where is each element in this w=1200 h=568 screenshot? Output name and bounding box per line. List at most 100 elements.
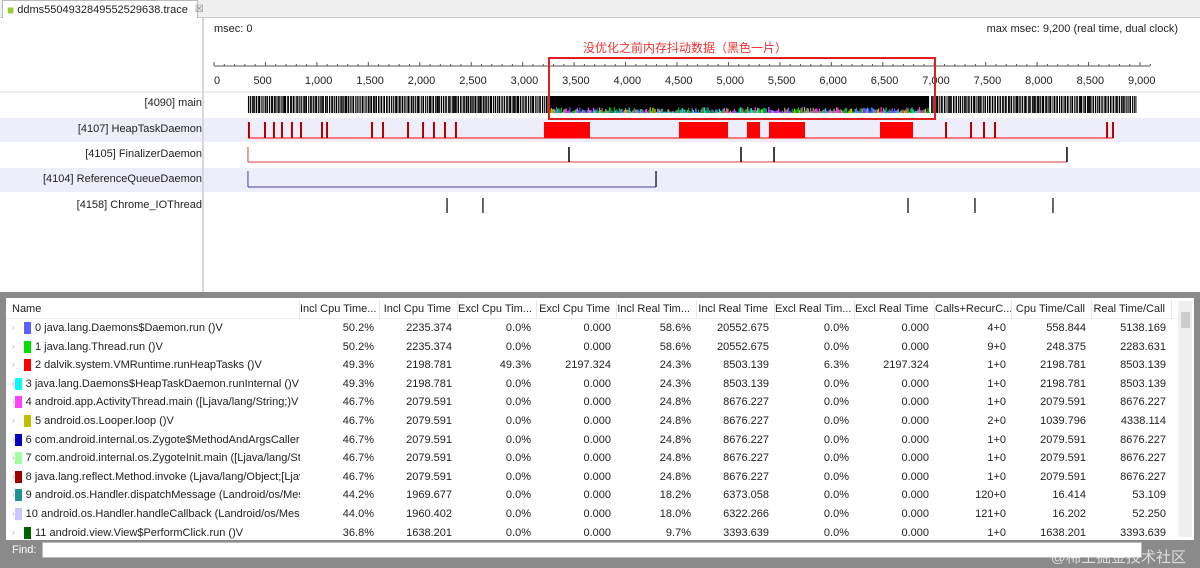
main-call-bar	[955, 96, 958, 113]
cell: 0.0%	[505, 415, 531, 427]
expand-icon[interactable]: ›	[12, 319, 24, 337]
cell: 0.000	[901, 452, 929, 465]
table-row[interactable]: › 7 com.android.internal.os.ZygoteInit.ma…	[6, 449, 1178, 467]
cell: 1969.677	[406, 489, 452, 502]
column-header[interactable]: Incl Real Time	[697, 300, 775, 318]
cell: 0.000	[583, 377, 611, 390]
table-row[interactable]: › 1 java.lang.Thread.run ()V 50.2% 2235.374…	[6, 338, 1178, 356]
expand-icon[interactable]: ›	[12, 356, 24, 374]
cell: 2079.591	[1040, 433, 1086, 446]
cell: 0.000	[583, 322, 611, 334]
table-row[interactable]: › 3 java.lang.Daemons$HeapTaskDaemon.runI…	[6, 375, 1178, 393]
main-call-bar	[541, 96, 544, 113]
scrollbar-thumb[interactable]	[1181, 312, 1190, 328]
main-call-bar	[342, 96, 344, 113]
column-header[interactable]: Excl Cpu Tim...	[458, 300, 537, 318]
main-call-bar	[1090, 96, 1092, 113]
column-header[interactable]: Excl Cpu Time	[537, 300, 617, 318]
main-call-bar	[399, 96, 401, 113]
cell: 8676.227	[1120, 433, 1166, 446]
main-call-bar	[482, 96, 484, 113]
cell: 2198.781	[1040, 359, 1086, 372]
column-header[interactable]: Incl Cpu Time...	[300, 300, 380, 318]
table-row[interactable]: › 9 android.os.Handler.dispatchMessage (L…	[6, 486, 1178, 504]
tick-label: 2,500	[459, 75, 487, 87]
main-call-bar	[1052, 96, 1054, 113]
cell: 120+0	[975, 489, 1006, 502]
expand-icon[interactable]: ›	[12, 338, 24, 356]
main-call-bar	[513, 96, 515, 113]
main-call-bar	[1007, 96, 1009, 113]
cell: 46.7%	[342, 433, 374, 446]
table-row[interactable]: › 6 com.android.internal.os.Zygote$Method…	[6, 431, 1178, 449]
main-call-bar	[968, 96, 970, 113]
table-row[interactable]: › 11 android.view.View$PerformClick.run (…	[6, 524, 1178, 540]
main-call-bar	[1034, 96, 1036, 113]
main-call-bar	[369, 96, 371, 113]
column-header[interactable]: Name	[6, 300, 300, 318]
cell: 0.0%	[823, 322, 849, 334]
column-header[interactable]: Real Time/Call	[1092, 300, 1172, 318]
main-call-bar	[939, 96, 941, 113]
main-call-bar	[997, 96, 999, 113]
main-call-bar	[514, 96, 516, 113]
main-call-bar	[941, 96, 943, 113]
column-header[interactable]: Cpu Time/Call	[1012, 300, 1092, 318]
cell: 46.7%	[342, 470, 374, 483]
main-call-bar	[283, 96, 285, 113]
cell: 0.0%	[823, 526, 849, 539]
main-call-bar	[472, 96, 474, 113]
main-call-bar	[1118, 96, 1121, 113]
main-call-bar	[987, 96, 989, 113]
main-call-bar	[473, 96, 475, 113]
main-call-bar	[451, 96, 453, 113]
cell: 9.7%	[665, 526, 691, 539]
main-call-bar	[374, 96, 376, 113]
find-input[interactable]	[42, 542, 1143, 558]
table-row[interactable]: › 0 java.lang.Daemons$Daemon.run ()V 50.2%…	[6, 319, 1178, 337]
cell: 8503.139	[723, 359, 769, 372]
column-header[interactable]: Excl Real Tim...	[775, 300, 855, 318]
main-call-bar	[1005, 96, 1007, 113]
cell: 1960.402	[406, 508, 452, 520]
column-header[interactable]: Excl Real Time	[855, 300, 935, 318]
cell: 3393.639	[1120, 526, 1166, 539]
cell: 2079.591	[406, 415, 452, 427]
column-header[interactable]: Incl Cpu Time	[380, 300, 458, 318]
main-call-bar	[516, 96, 518, 113]
heaptask-block	[543, 122, 590, 138]
main-call-bar	[519, 96, 521, 113]
main-call-bar	[478, 96, 480, 113]
column-header[interactable]: Incl Real Tim...	[617, 300, 697, 318]
main-call-bar	[1105, 96, 1107, 113]
expand-icon[interactable]: ›	[12, 524, 24, 540]
main-call-bar	[1063, 96, 1065, 113]
main-call-bar	[366, 96, 368, 113]
cell: 52.250	[1132, 508, 1166, 520]
main-call-bar	[291, 96, 293, 113]
cell: 1638.201	[1040, 526, 1086, 539]
main-call-bar	[449, 96, 451, 113]
color-swatch	[24, 359, 31, 372]
main-call-bar	[304, 96, 306, 113]
table-row[interactable]: › 8 java.lang.reflect.Method.invoke (Ljav…	[6, 468, 1178, 486]
main-call-bar	[1027, 96, 1029, 113]
table-row[interactable]: › 5 android.os.Looper.loop ()V 46.7% 2079.5…	[6, 412, 1178, 430]
method-name: 9 android.os.Handler.dispatchMessage (La…	[25, 489, 300, 502]
main-call-bar	[287, 96, 289, 113]
heaptask-block	[768, 122, 806, 138]
main-call-bar	[273, 96, 275, 113]
cell: 2235.374	[406, 322, 452, 334]
vertical-scrollbar[interactable]	[1178, 301, 1192, 537]
table-row[interactable]: › 10 android.os.Handler.handleCallback (L…	[6, 505, 1178, 523]
table-row[interactable]: › 4 android.app.ActivityThread.main ([Lja…	[6, 393, 1178, 411]
cell: 248.375	[1046, 340, 1086, 353]
column-header[interactable]: Calls+RecurC...	[935, 300, 1012, 318]
main-call-bar	[362, 96, 364, 113]
expand-icon[interactable]: ›	[12, 412, 24, 430]
main-call-bar	[272, 96, 274, 113]
cell: 0.000	[583, 396, 611, 409]
main-call-bar	[427, 96, 429, 113]
main-call-bar	[302, 96, 304, 113]
table-row[interactable]: › 2 dalvik.system.VMRuntime.runHeapTasks …	[6, 356, 1178, 374]
